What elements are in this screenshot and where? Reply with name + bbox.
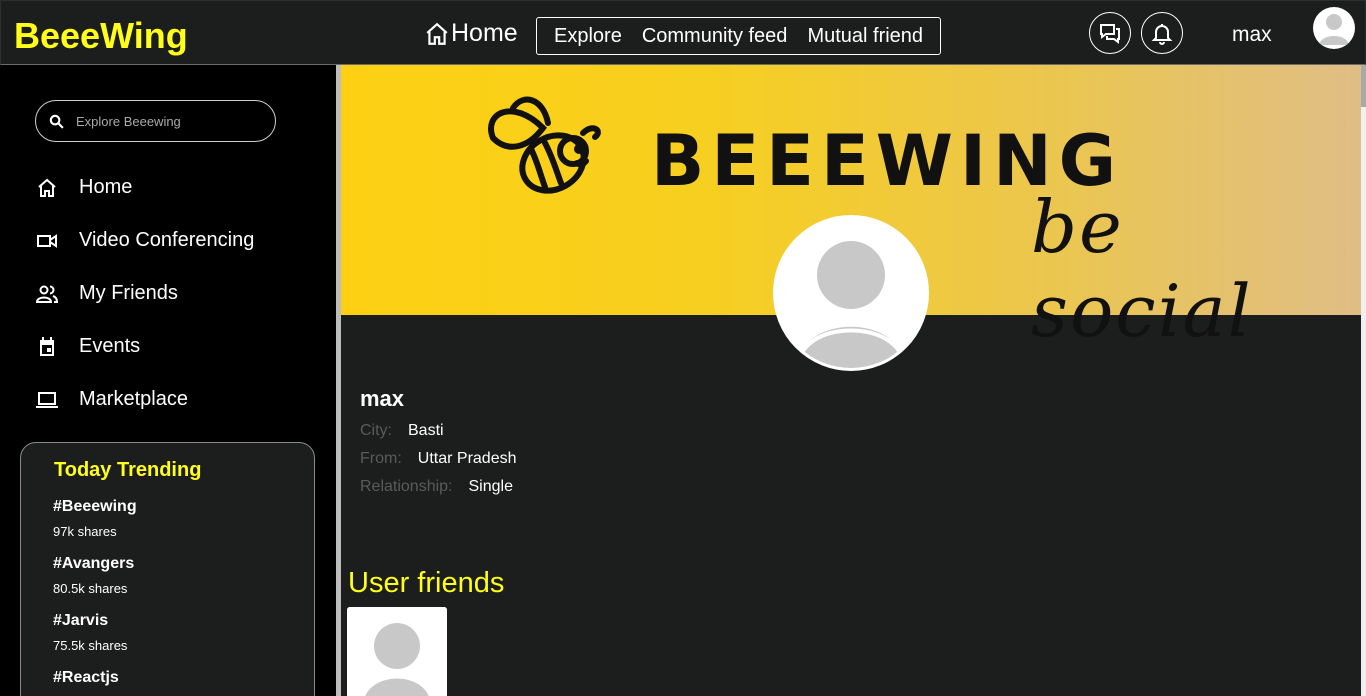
sidebar-item-video-conferencing[interactable]: Video Conferencing bbox=[35, 214, 254, 267]
sidebar-item-label: Events bbox=[79, 335, 141, 357]
city-label: City: bbox=[360, 422, 392, 439]
trending-count: 97k shares bbox=[53, 524, 117, 539]
profile-from-row: From: Uttar Pradesh bbox=[360, 450, 517, 468]
page-scrollbar-thumb[interactable] bbox=[1361, 65, 1366, 107]
friend-card[interactable] bbox=[347, 607, 447, 696]
friends-icon bbox=[35, 285, 59, 303]
profile-picture[interactable] bbox=[773, 215, 929, 371]
bee-logo-icon bbox=[488, 96, 601, 194]
user-friends-title: User friends bbox=[348, 567, 505, 599]
sidebar-item-label: Home bbox=[79, 176, 133, 198]
sidebar-item-home[interactable]: Home bbox=[35, 161, 254, 214]
trending-tag: #Avangers bbox=[53, 555, 135, 572]
default-avatar-icon bbox=[776, 218, 926, 368]
trending-panel: Today Trending #Beeewing 97k shares #Ava… bbox=[20, 442, 315, 696]
messages-button[interactable] bbox=[1089, 12, 1131, 54]
default-avatar-icon bbox=[1314, 8, 1354, 48]
chat-icon bbox=[1100, 24, 1120, 44]
trending-tag: #Reactjs bbox=[53, 669, 119, 686]
search-input[interactable] bbox=[76, 113, 256, 129]
nav-explore[interactable]: Explore bbox=[554, 25, 622, 48]
home-icon bbox=[426, 22, 448, 45]
nav-mutual-friend[interactable]: Mutual friend bbox=[807, 25, 923, 48]
trending-item[interactable]: #Beeewing 97k shares bbox=[53, 498, 137, 539]
page-scrollbar[interactable] bbox=[1361, 65, 1366, 696]
trending-tag: #Beeewing bbox=[53, 498, 137, 515]
trending-count: 75.5k shares bbox=[53, 638, 128, 653]
city-value: Basti bbox=[408, 422, 444, 439]
user-avatar[interactable] bbox=[1313, 7, 1355, 49]
trending-title: Today Trending bbox=[54, 459, 202, 481]
sidebar-item-label: Video Conferencing bbox=[79, 229, 255, 251]
home-nav-link[interactable]: Home bbox=[424, 19, 518, 48]
home-nav-label: Home bbox=[451, 19, 518, 47]
profile-city-row: City: Basti bbox=[360, 422, 444, 440]
current-username[interactable]: max bbox=[1232, 23, 1272, 47]
sidebar-item-my-friends[interactable]: My Friends bbox=[35, 267, 254, 320]
trending-tag: #Jarvis bbox=[53, 612, 109, 629]
bell-icon bbox=[1151, 24, 1173, 45]
relationship-label: Relationship: bbox=[360, 478, 453, 495]
sidebar-menu: Home Video Conferencing My Friends Event… bbox=[35, 161, 254, 426]
sidebar-item-label: My Friends bbox=[79, 282, 178, 304]
nav-community-feed[interactable]: Community feed bbox=[642, 25, 788, 48]
sidebar-item-marketplace[interactable]: Marketplace bbox=[35, 373, 254, 426]
top-navbar: BeeeWing Home Explore Community feed Mut… bbox=[0, 0, 1366, 65]
home-icon bbox=[38, 178, 56, 197]
calendar-icon bbox=[40, 336, 54, 356]
left-sidebar: Home Video Conferencing My Friends Event… bbox=[0, 65, 336, 696]
profile-name: max bbox=[360, 386, 405, 411]
video-icon bbox=[37, 233, 57, 248]
notifications-button[interactable] bbox=[1141, 12, 1183, 54]
app-logo[interactable]: BeeeWing bbox=[14, 15, 188, 57]
from-value: Uttar Pradesh bbox=[417, 450, 517, 467]
profile-main: BEEEWING be social max City: Basti From:… bbox=[341, 65, 1361, 696]
trending-count: 80.5k shares bbox=[53, 581, 128, 596]
laptop-icon bbox=[36, 391, 58, 408]
from-label: From: bbox=[360, 450, 402, 467]
sidebar-item-events[interactable]: Events bbox=[35, 320, 254, 373]
default-avatar-icon bbox=[347, 607, 447, 696]
cover-tagline: be social bbox=[1031, 185, 1253, 353]
profile-relationship-row: Relationship: Single bbox=[360, 478, 513, 496]
search-icon bbox=[49, 114, 64, 129]
trending-item[interactable]: #Jarvis 75.5k shares bbox=[53, 612, 127, 653]
search-box[interactable] bbox=[35, 100, 276, 142]
trending-item[interactable]: #Avangers 80.5k shares bbox=[53, 555, 134, 596]
trending-item[interactable]: #Reactjs bbox=[53, 669, 119, 695]
top-nav-links: Explore Community feed Mutual friend bbox=[536, 17, 941, 55]
sidebar-item-label: Marketplace bbox=[79, 388, 188, 410]
relationship-value: Single bbox=[468, 478, 513, 495]
